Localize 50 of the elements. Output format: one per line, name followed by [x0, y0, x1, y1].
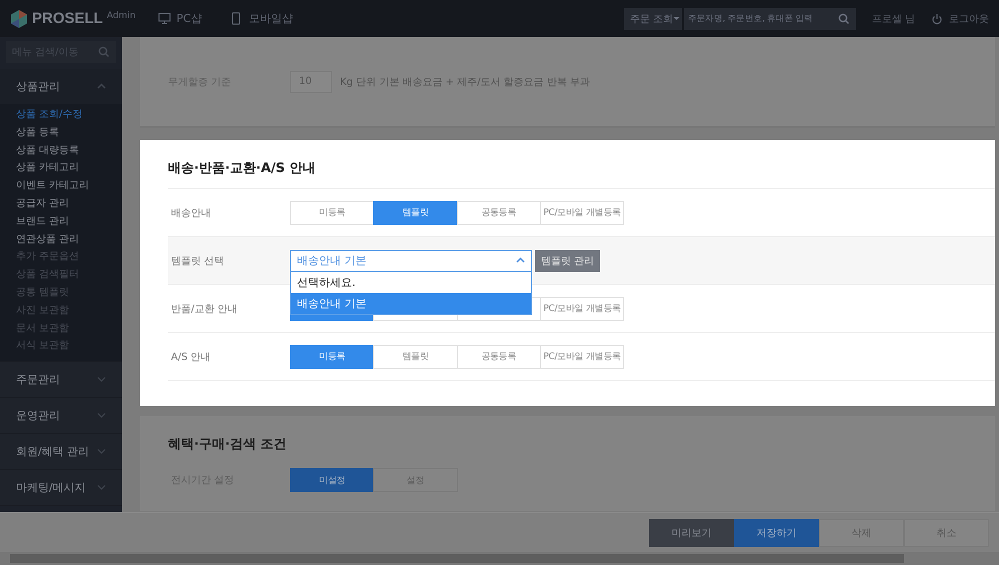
dropdown-option[interactable]: 배송안내 기본	[291, 292, 531, 314]
chevron-icon	[97, 448, 106, 456]
section-title: 배송·반품·교환·A/S 안내	[168, 160, 317, 178]
user-name: 프로셀 님	[872, 12, 915, 26]
logo-subtitle: Admin	[106, 10, 136, 20]
power-icon	[931, 12, 943, 24]
action-button[interactable]: 미리보기	[649, 518, 734, 546]
logo-text: PROSELL	[32, 10, 103, 27]
scrollbar[interactable]	[0, 552, 999, 565]
shop-link[interactable]: PC샵	[158, 11, 202, 26]
action-button[interactable]: 저장하기	[734, 518, 819, 546]
menu-item[interactable]: 상품 조회/수정	[0, 106, 122, 124]
segment-button[interactable]: 템플릿	[373, 344, 458, 368]
logout-link[interactable]: 로그아웃	[931, 12, 989, 26]
logo-icon	[10, 8, 28, 28]
segment-button[interactable]: 공통등록	[456, 344, 541, 368]
menu-item[interactable]: 이벤트 카테고리	[0, 177, 122, 195]
chevron-icon	[97, 83, 106, 90]
field-label: A/S 안내	[170, 350, 212, 364]
segment-button[interactable]: 미등록	[290, 200, 374, 224]
shop-link[interactable]: 모바일샵	[230, 11, 293, 26]
field-label: 배송안내	[170, 206, 212, 220]
chevron-icon	[97, 412, 106, 420]
menu-item[interactable]: 상품 대량등록	[0, 142, 122, 160]
monitor-icon	[158, 12, 171, 25]
template-manage-button[interactable]: 템플릿 관리	[535, 250, 600, 272]
segment-button[interactable]: 미설정	[290, 468, 374, 492]
menu-item[interactable]: 상품 등록	[0, 124, 122, 142]
field-label: 템플릿 선택	[170, 254, 226, 268]
phone-icon	[230, 12, 243, 25]
section-title: 혜택·구매·검색 조건	[168, 436, 288, 454]
chevron-icon	[516, 257, 525, 264]
menu-item[interactable]: 브랜드 관리	[0, 212, 122, 231]
search-field[interactable]: 주문자명, 주문번호, 휴대폰 입력	[684, 8, 856, 30]
menu-item[interactable]: 공급자 관리	[0, 194, 122, 213]
menu-item[interactable]: 상품 카테고리	[0, 159, 122, 178]
segment-button[interactable]: 미등록	[290, 344, 374, 368]
segment-button[interactable]: 공통등록	[456, 200, 541, 224]
chevron-icon	[97, 484, 106, 492]
search-scope-dropdown[interactable]: 주문 조회	[624, 8, 682, 30]
field-label: 반품/교환 안내	[170, 302, 239, 316]
dropdown-option[interactable]: 선택하세요.	[291, 272, 531, 292]
segment-button[interactable]: 템플릿	[373, 200, 458, 224]
template-select[interactable]: 배송안내 기본	[290, 250, 532, 272]
chevron-icon	[97, 376, 106, 384]
segment-button[interactable]: PC/모바일 개별등록	[540, 344, 624, 368]
caret-icon	[673, 16, 680, 21]
segment-button[interactable]: PC/모바일 개별등록	[540, 200, 624, 224]
segment-button[interactable]: PC/모바일 개별등록	[540, 296, 624, 320]
menu-item[interactable]: 연관상품 관리	[0, 230, 122, 248]
